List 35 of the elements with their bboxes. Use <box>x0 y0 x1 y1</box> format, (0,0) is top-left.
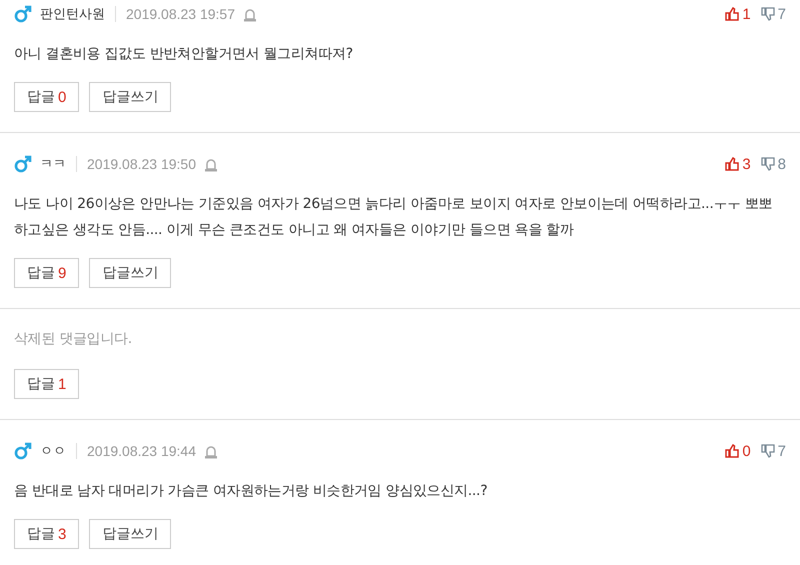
male-icon <box>14 5 32 23</box>
author-name: ㅇㅇ <box>40 443 66 460</box>
replies-button[interactable]: 답글 3 <box>14 519 80 549</box>
author-name: 판인턴사원 <box>40 6 105 23</box>
like-button[interactable]: 0 <box>725 442 751 460</box>
thumbs-down-icon <box>760 7 775 21</box>
like-button[interactable]: 3 <box>725 156 751 172</box>
comment-date: 2019.08.23 19:50 <box>87 156 196 172</box>
replies-button[interactable]: 답글 0 <box>14 82 80 112</box>
male-icon <box>14 155 32 173</box>
replies-button[interactable]: 답글 9 <box>14 258 80 288</box>
siren-icon <box>204 444 218 458</box>
like-button[interactable]: 1 <box>725 6 751 22</box>
male-icon <box>14 442 32 460</box>
thumbs-up-icon <box>725 7 740 21</box>
replies-button[interactable]: 답글 1 <box>14 369 80 399</box>
thumbs-up-icon <box>725 157 740 171</box>
comment-date: 2019.08.23 19:57 <box>126 6 235 22</box>
siren-icon <box>204 156 218 172</box>
dislike-button[interactable]: 8 <box>760 156 786 172</box>
thumbs-down-icon <box>760 444 775 458</box>
write-reply-button[interactable]: 답글쓰기 <box>89 258 172 288</box>
dislike-button[interactable]: 7 <box>760 6 786 22</box>
thumbs-up-icon <box>725 444 740 458</box>
comment-text: 나도 나이 26이상은 안만나는 기준있음 여자가 26넘으면 늙다리 아줌마로 보이지 여자로 안보이는데 어떡하라고...ㅜㅜ 뽀뽀하고싶은 생각도 안듬.... 이게 무슨 큰조건도 아니고 왜 여자들은 이야기만 들으면 욕을 할까 <box>14 195 774 240</box>
siren-icon <box>243 6 257 22</box>
write-reply-button[interactable]: 답글쓰기 <box>89 82 172 112</box>
write-reply-button[interactable]: 답글쓰기 <box>89 519 172 549</box>
dislike-button[interactable]: 7 <box>760 442 786 460</box>
thumbs-down-icon <box>760 157 775 171</box>
comment-text: 아니 결혼비용 집값도 반반쳐안할거면서 뭘그리쳐따져? <box>14 45 354 64</box>
comment-date: 2019.08.23 19:44 <box>87 443 196 459</box>
comment-text: 음 반대로 남자 대머리가 가슴큰 여자원하는거랑 비슷한거임 양심있으신지...? <box>14 482 488 501</box>
author-name: ㅋㅋ <box>40 156 66 173</box>
deleted-notice: 삭제된 댓글입니다. <box>14 330 133 349</box>
